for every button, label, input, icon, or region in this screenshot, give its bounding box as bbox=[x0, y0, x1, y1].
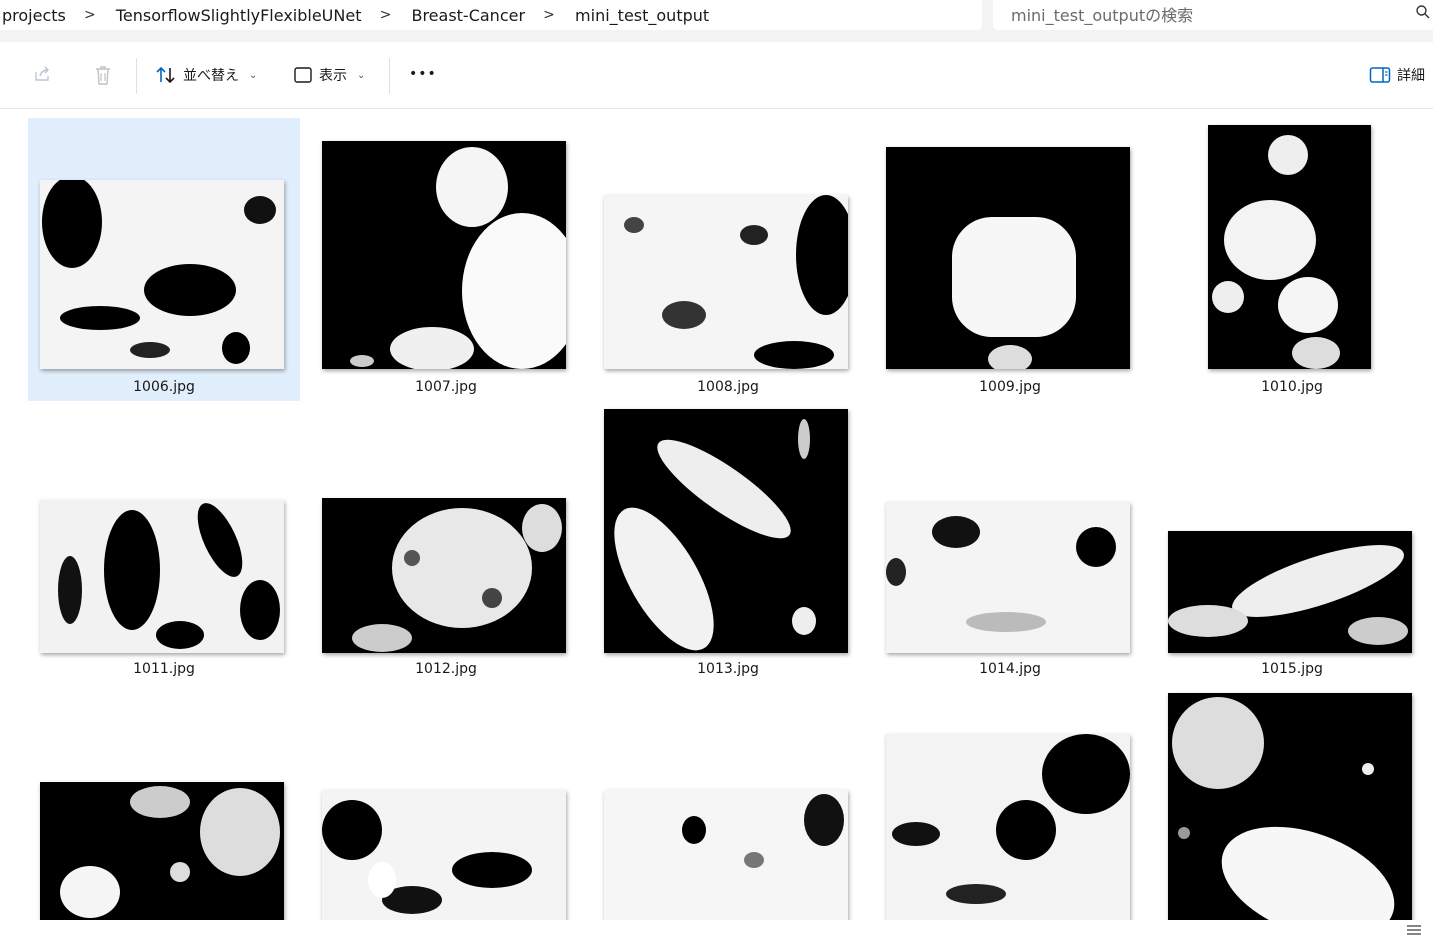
image-thumbnail bbox=[1168, 693, 1412, 920]
breadcrumb-item-unet[interactable]: TensorflowSlightlyFlexibleUNet bbox=[114, 6, 362, 25]
file-item[interactable]: 1010.jpg bbox=[1156, 118, 1428, 401]
breadcrumb[interactable]: projects > TensorflowSlightlyFlexibleUNe… bbox=[0, 0, 982, 30]
image-thumbnail bbox=[1168, 531, 1412, 653]
file-item[interactable] bbox=[1156, 693, 1428, 920]
file-name: 1007.jpg bbox=[415, 379, 477, 395]
share-icon bbox=[35, 66, 49, 81]
details-pane-icon bbox=[1369, 67, 1391, 83]
toolbar-divider bbox=[389, 58, 390, 94]
file-item[interactable] bbox=[310, 693, 582, 920]
search-input[interactable]: mini_test_outputの検索 bbox=[993, 0, 1433, 30]
file-item[interactable]: 1012.jpg bbox=[310, 409, 582, 692]
image-thumbnail bbox=[322, 790, 566, 920]
file-item[interactable]: 1007.jpg bbox=[310, 118, 582, 401]
search-placeholder: mini_test_outputの検索 bbox=[1011, 6, 1194, 25]
trash-icon bbox=[96, 66, 110, 85]
toolbar-divider bbox=[136, 58, 137, 94]
image-thumbnail bbox=[604, 409, 848, 653]
image-thumbnail bbox=[322, 141, 566, 369]
file-item[interactable]: 1013.jpg bbox=[592, 409, 864, 692]
more-options-button[interactable]: ••• bbox=[409, 66, 437, 82]
sort-icon bbox=[156, 66, 175, 84]
file-item[interactable]: 1008.jpg bbox=[592, 118, 864, 401]
breadcrumb-item-mini-test-output[interactable]: mini_test_output bbox=[573, 6, 709, 25]
view-icon bbox=[294, 67, 312, 83]
file-item[interactable] bbox=[28, 693, 300, 920]
file-name: 1010.jpg bbox=[1261, 379, 1323, 395]
image-thumbnail bbox=[604, 195, 848, 369]
image-thumbnail bbox=[886, 734, 1130, 920]
image-thumbnail bbox=[886, 147, 1130, 369]
image-thumbnail bbox=[604, 790, 848, 920]
image-thumbnail bbox=[40, 782, 284, 920]
image-thumbnail bbox=[40, 180, 284, 369]
file-name: 1015.jpg bbox=[1261, 661, 1323, 677]
command-bar: 並べ替え ⌄ 表示 ⌄ ••• 詳細 bbox=[0, 42, 1433, 109]
view-button[interactable]: 表示 ⌄ bbox=[293, 65, 365, 85]
chevron-down-icon: ⌄ bbox=[249, 69, 258, 81]
address-bar-row: projects > TensorflowSlightlyFlexibleUNe… bbox=[0, 0, 1433, 42]
sort-label: 並べ替え bbox=[183, 68, 239, 84]
file-name: 1012.jpg bbox=[415, 661, 477, 677]
file-name: 1013.jpg bbox=[697, 661, 759, 677]
breadcrumb-separator[interactable]: > bbox=[66, 7, 114, 23]
image-thumbnail bbox=[886, 502, 1130, 653]
image-thumbnail bbox=[40, 500, 284, 653]
file-name: 1006.jpg bbox=[133, 379, 195, 395]
search-icon[interactable] bbox=[1415, 4, 1431, 20]
delete-button[interactable] bbox=[93, 64, 113, 86]
list-view-icon[interactable] bbox=[1407, 924, 1421, 936]
file-name: 1014.jpg bbox=[979, 661, 1041, 677]
breadcrumb-item-breast-cancer[interactable]: Breast-Cancer bbox=[409, 6, 525, 25]
share-button[interactable] bbox=[32, 64, 52, 84]
details-pane-button[interactable]: 詳細 bbox=[1369, 65, 1425, 85]
more-icon: ••• bbox=[409, 66, 437, 82]
view-label: 表示 bbox=[319, 68, 347, 84]
file-item[interactable]: 1009.jpg bbox=[874, 118, 1146, 401]
sort-button[interactable]: 並べ替え ⌄ bbox=[155, 65, 257, 85]
file-item[interactable]: 1011.jpg bbox=[28, 409, 300, 692]
status-bar bbox=[0, 920, 1433, 938]
file-grid: 1006.jpg 1007.jpg 1008.jpg 1009.jpg 1010… bbox=[0, 109, 1433, 920]
image-thumbnail bbox=[1208, 125, 1371, 369]
file-name: 1011.jpg bbox=[133, 661, 195, 677]
file-item[interactable]: 1006.jpg bbox=[28, 118, 300, 401]
image-thumbnail bbox=[322, 498, 566, 653]
file-item[interactable]: 1015.jpg bbox=[1156, 409, 1428, 692]
file-item[interactable]: 1014.jpg bbox=[874, 409, 1146, 692]
breadcrumb-item-projects[interactable]: projects bbox=[0, 6, 66, 25]
file-item[interactable] bbox=[874, 693, 1146, 920]
file-name: 1009.jpg bbox=[979, 379, 1041, 395]
file-item[interactable] bbox=[592, 693, 864, 920]
breadcrumb-separator[interactable]: > bbox=[525, 7, 573, 23]
breadcrumb-separator[interactable]: > bbox=[361, 7, 409, 23]
details-label: 詳細 bbox=[1397, 68, 1425, 84]
chevron-down-icon: ⌄ bbox=[357, 69, 366, 81]
file-name: 1008.jpg bbox=[697, 379, 759, 395]
